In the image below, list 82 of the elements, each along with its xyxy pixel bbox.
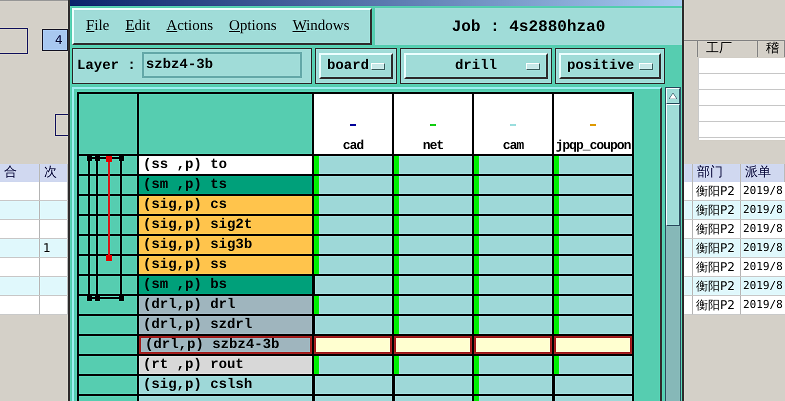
up-arrow-icon [669, 93, 677, 99]
matrix-cell[interactable] [314, 316, 392, 334]
matrix-cell[interactable] [394, 376, 472, 394]
matrix-cell[interactable] [554, 336, 632, 354]
matrix-cell[interactable] [314, 276, 392, 294]
step-header[interactable]: cam [474, 94, 552, 154]
step-header[interactable]: net [394, 94, 472, 154]
table-cell [40, 182, 68, 201]
layer-name[interactable]: (sm ,p) bs [139, 276, 312, 294]
table-cell [0, 258, 40, 277]
table-cell: 衡阳P2 [693, 201, 741, 220]
table-cell: 衡阳P2 [693, 258, 741, 277]
table-cell [40, 258, 68, 277]
table-cell [40, 201, 68, 220]
column-header: 次 [40, 164, 68, 182]
matrix-cell[interactable] [314, 336, 392, 354]
column-header: 部门 [693, 164, 741, 182]
step-header[interactable]: jpqp_coupon [554, 94, 632, 154]
job-title: Job : 4s2880hza0 [452, 18, 606, 36]
panel-box [0, 28, 28, 54]
layer-name[interactable]: (drl,p) szdrl [139, 316, 312, 334]
scroll-bar[interactable] [665, 87, 681, 401]
layer-name[interactable]: (sig,p) sig3b [139, 236, 312, 254]
table-cell: 2019/8 [741, 296, 785, 315]
table-cell: 2019/8 [741, 239, 785, 258]
table-cell: 2019/8 [741, 277, 785, 296]
matrix-cell[interactable] [394, 336, 472, 354]
header-cell [79, 94, 137, 154]
table-cell: 2019/8 [741, 258, 785, 277]
matrix-cell[interactable] [554, 376, 632, 394]
option-menu-icon [639, 62, 653, 70]
table-cell [0, 296, 40, 315]
table-cell [0, 201, 40, 220]
table-cell: 2019/8 [741, 201, 785, 220]
step-header[interactable]: cad [314, 94, 392, 154]
table-cell: 衡阳P2 [693, 220, 741, 239]
table-cell [40, 220, 68, 239]
text-field[interactable]: 4 [42, 29, 68, 51]
table-cell: 衡阳P2 [693, 182, 741, 201]
step-name: cam [502, 138, 524, 154]
matrix-cell[interactable] [314, 376, 392, 394]
layer-name[interactable]: (sig,p) cslsh [139, 376, 312, 394]
layer-label: Layer : [77, 58, 136, 74]
scroll-up-button[interactable] [666, 88, 680, 104]
matrix-cell[interactable] [474, 336, 552, 354]
option-menu[interactable]: drill [404, 53, 548, 79]
table-cell: 衡阳P2 [693, 296, 741, 315]
menu-item[interactable]: Actions [166, 18, 214, 35]
layer-name[interactable]: (sig,p) sig2t [139, 216, 312, 234]
scroll-thumb[interactable] [666, 104, 680, 226]
layer-name[interactable]: (ss ,p) to [139, 156, 312, 174]
table-cell [0, 182, 40, 201]
table-cell: 衡阳P2 [693, 239, 741, 258]
option-menu-icon [526, 62, 540, 70]
table-cell [0, 220, 40, 239]
table-cell: 衡阳P2 [693, 277, 741, 296]
menu-item[interactable]: Options [229, 18, 277, 35]
menu-item[interactable]: File [86, 18, 110, 35]
step-name: net [422, 138, 444, 154]
layer-name[interactable]: (sig,p) cs [139, 196, 312, 214]
table-cell: 2019/8 [741, 182, 785, 201]
layer-field[interactable]: szbz4-3b [142, 52, 302, 78]
menu-item[interactable]: Windows [292, 18, 350, 35]
layer-name[interactable]: (sm ,p) ts [139, 176, 312, 194]
layer-name[interactable]: (rt ,p) rout [139, 356, 312, 374]
table-cell [40, 277, 68, 296]
menu-item[interactable]: Edit [125, 18, 150, 35]
layer-name[interactable]: (drl,p) drl [139, 296, 312, 314]
table-cell: 2019/8 [741, 220, 785, 239]
layer-name[interactable]: (sig,p) ss [139, 256, 312, 274]
layer-name[interactable]: (drl,p) szbz4-3b [139, 336, 312, 354]
option-menu[interactable]: positive [559, 53, 661, 79]
table-cell [40, 296, 68, 315]
table-cell [0, 239, 40, 258]
step-name: jpqp_coupon [556, 138, 630, 154]
table-cell [0, 277, 40, 296]
table-cell: 1 [40, 239, 68, 258]
step-name: cad [342, 138, 364, 154]
option-menu[interactable]: board [319, 53, 393, 79]
column-header: 合 [0, 164, 40, 182]
option-menu-icon [371, 62, 385, 70]
column-header: 派单 [741, 164, 785, 182]
